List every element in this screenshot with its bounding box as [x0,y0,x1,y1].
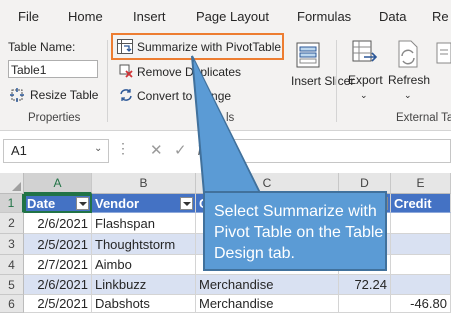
chevron-down-icon: ⌄ [360,90,368,100]
formula-bar-grip-icon: ⋮ [116,140,130,156]
convert-to-range-icon [119,88,133,107]
column-header-e[interactable]: E [391,173,451,194]
header-label: Vendor [95,196,140,211]
table-name-input[interactable]: Table1 [8,60,98,78]
callout-box: Select Summarize with Pivot Table on the… [203,191,387,271]
chevron-down-icon: ⌄ [404,90,412,100]
header-label: Credit [394,196,432,211]
table-cell[interactable] [391,213,451,234]
tab-file[interactable]: File [18,9,39,24]
row-header[interactable]: 2 [0,213,24,234]
table-cell[interactable]: Dabshots [92,295,196,313]
callout-pointer [191,55,262,194]
table-cell[interactable]: Merchandise [196,275,339,295]
table-cell[interactable]: 2/5/2021 [24,234,92,255]
table-header-credit[interactable]: Credit [391,194,451,213]
external-table-data-group-label: External Ta [396,112,451,124]
resize-table-button[interactable]: Resize Table [10,86,110,104]
refresh-icon [396,40,420,73]
row-header[interactable]: 3 [0,234,24,255]
table-cell[interactable] [391,275,451,295]
resize-table-label: Resize Table [30,88,99,102]
row-header[interactable]: 4 [0,255,24,275]
table-cell[interactable]: Merchandise [196,295,339,313]
refresh-button[interactable]: Refresh ⌄ [386,40,430,104]
group-divider [336,40,337,122]
tab-data[interactable]: Data [379,9,406,24]
row-header[interactable]: 1 [0,194,24,213]
export-button[interactable]: Export ⌄ [344,40,386,104]
open-in-browser-button[interactable] [434,40,451,104]
tab-page-layout[interactable]: Page Layout [196,9,269,24]
table-cell[interactable]: Flashspan [92,213,196,234]
table-cell[interactable]: 72.24 [339,275,391,295]
select-all-corner[interactable] [0,173,24,194]
table-name-label: Table Name: [8,40,76,54]
tab-home[interactable]: Home [68,9,103,24]
remove-duplicates-icon [119,64,133,83]
table-cell[interactable]: Aimbo [92,255,196,275]
active-cell-border [24,194,92,213]
properties-group-label: Properties [28,112,81,124]
filter-dropdown-icon[interactable] [180,197,193,210]
resize-table-icon [10,88,24,107]
table-cell[interactable]: Thoughtstorm [92,234,196,255]
table-cell[interactable]: -46.80 [391,295,451,313]
table-cell[interactable]: 2/6/2021 [24,275,92,295]
table-cell[interactable] [339,295,391,313]
name-box-dropdown-icon[interactable]: ⌄ [94,143,102,154]
column-header-a[interactable]: A [24,173,92,194]
table-cell[interactable]: 2/7/2021 [24,255,92,275]
row-header[interactable]: 6 [0,295,24,313]
refresh-label: Refresh [388,73,431,87]
export-label: Export [348,73,383,87]
tab-insert[interactable]: Insert [133,9,166,24]
link-icon [436,42,451,69]
table-cell[interactable]: 2/5/2021 [24,295,92,313]
group-divider [107,40,108,122]
export-icon [352,40,378,73]
table-cell[interactable] [391,234,451,255]
table-cell[interactable]: 2/6/2021 [24,213,92,234]
table-cell[interactable]: Linkbuzz [92,275,196,295]
table-header-vendor[interactable]: Vendor [92,194,196,213]
tab-formulas[interactable]: Formulas [297,9,351,24]
insert-slicer-button[interactable]: Insert Slicer [287,40,354,104]
slicer-icon [296,42,320,73]
tab-review[interactable]: Re [432,9,449,24]
row-header[interactable]: 5 [0,275,24,295]
cancel-icon[interactable]: ✕ [150,141,163,159]
table-cell[interactable] [391,255,451,275]
